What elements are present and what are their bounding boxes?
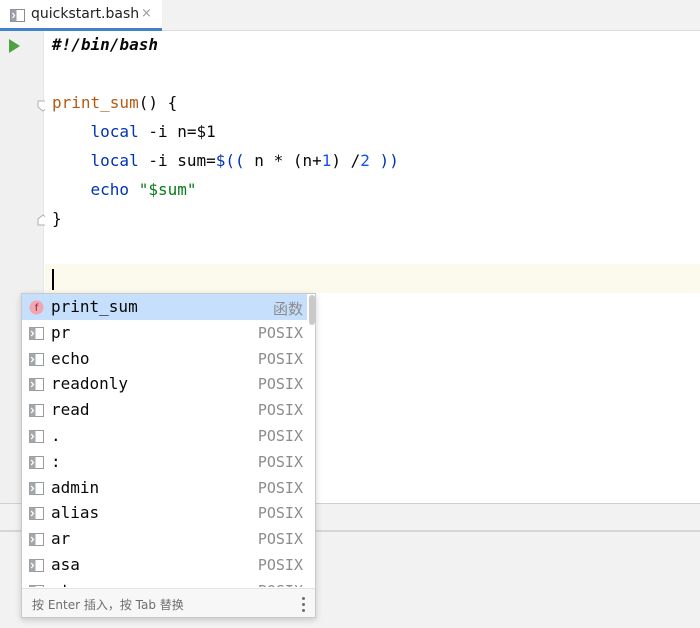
completion-footer: 按 Enter 插入，按 Tab 替换 [22, 588, 315, 617]
code-line: echo "$sum" [52, 180, 197, 199]
shell-command-icon [29, 533, 44, 547]
completion-item[interactable]: . POSIX [22, 423, 307, 449]
completion-item[interactable]: admin POSIX [22, 475, 307, 501]
shell-file-icon [10, 9, 25, 22]
code-token: #!/bin/bash [52, 35, 158, 54]
code-token: } [52, 209, 62, 228]
completion-item-label: echo [51, 348, 90, 368]
shell-command-icon [29, 584, 44, 587]
shell-command-icon [29, 404, 44, 418]
shell-command-icon [29, 378, 44, 392]
completion-item[interactable]: echo POSIX [22, 346, 307, 372]
completion-item-type: POSIX [257, 401, 303, 420]
tab-label: quickstart.bash [31, 6, 140, 22]
scrollbar-thumb[interactable] [309, 295, 315, 325]
code-line: local -i sum=$(( n * (n+1) /2 )) [52, 151, 399, 170]
completion-item-label: print_sum [51, 297, 138, 316]
code-token: n * (n+ [244, 151, 322, 170]
completion-item-type: POSIX [258, 582, 303, 587]
code-token: -i n=$1 [138, 122, 216, 141]
completion-item[interactable]: alias POSIX [22, 500, 307, 526]
code-completion-popup: f print_sum 函数 pr POSIX echo POSIX readonly POSI… [21, 293, 316, 618]
code-token: local [90, 151, 139, 170]
completion-item-label: readonly [51, 374, 129, 394]
completion-item[interactable]: asa POSIX [22, 552, 307, 578]
run-icon[interactable] [9, 39, 20, 53]
current-line-highlight [45, 264, 700, 293]
completion-item-type: POSIX [257, 375, 303, 394]
code-token: ) / [331, 151, 361, 170]
tab-quickstart-bash[interactable]: quickstart.bash × [0, 0, 162, 31]
completion-item-label: alias [51, 503, 100, 523]
completion-item-label: admin [51, 477, 100, 497]
completion-item-type: POSIX [257, 349, 303, 368]
more-options-icon[interactable] [300, 595, 308, 613]
code-token: local [90, 122, 139, 141]
completion-item-type: POSIX [257, 323, 303, 342]
completion-item[interactable]: read POSIX [22, 397, 307, 423]
shell-command-icon [29, 481, 44, 495]
code-token: echo [90, 180, 130, 199]
close-icon[interactable]: × [141, 6, 152, 21]
completion-item-type: POSIX [257, 478, 303, 497]
shell-command-icon [29, 507, 44, 521]
completion-item-type: POSIX [257, 427, 303, 445]
completion-item-type: POSIX [257, 530, 303, 549]
completion-item-type: POSIX [257, 504, 303, 523]
code-line: print_sum() { [52, 93, 177, 112]
text-caret [52, 269, 54, 290]
shell-command-icon [29, 430, 44, 443]
completion-item[interactable]: readonly POSIX [22, 371, 307, 397]
completion-item-label: at [51, 581, 70, 587]
completion-item[interactable]: f print_sum 函数 [22, 294, 307, 320]
function-icon: f [29, 300, 44, 315]
completion-item[interactable]: ar POSIX [22, 526, 307, 552]
code-token: 1 [321, 151, 332, 170]
code-token: "$sum" [138, 180, 197, 199]
code-token: -i sum= [138, 151, 216, 170]
completion-item-label: . [51, 426, 61, 445]
code-token: )) [369, 151, 399, 170]
completion-item-label: : [51, 451, 61, 471]
code-token: $(( [215, 151, 245, 170]
completion-item-label: read [51, 400, 90, 420]
code-line: local -i n=$1 [52, 122, 216, 141]
code-token: () { [138, 93, 178, 112]
completion-item-type: 函数 [272, 300, 303, 318]
shell-command-icon [29, 326, 44, 340]
completion-item-type: POSIX [257, 556, 303, 574]
shell-command-icon [29, 352, 44, 366]
code-line: #!/bin/bash [52, 35, 158, 54]
completion-scrollbar[interactable] [308, 294, 315, 587]
code-token: 2 [360, 151, 370, 170]
completion-item-label: asa [51, 555, 80, 574]
shell-command-icon [29, 559, 44, 572]
code-token: print_sum [52, 93, 139, 112]
completion-hint: 按 Enter 插入，按 Tab 替换 [32, 598, 184, 612]
completion-item[interactable]: at POSIX [22, 578, 307, 587]
completion-list: f print_sum 函数 pr POSIX echo POSIX readonly POSI… [22, 294, 307, 587]
completion-item-type: POSIX [257, 452, 303, 471]
svg-text:f: f [35, 303, 39, 314]
code-line: } [52, 209, 62, 228]
completion-item-label: pr [51, 322, 71, 342]
completion-item[interactable]: : POSIX [22, 449, 307, 475]
completion-item[interactable]: pr POSIX [22, 320, 307, 346]
shell-command-icon [29, 455, 44, 469]
editor-tab-bar: quickstart.bash × [0, 0, 700, 31]
completion-item-label: ar [51, 529, 71, 549]
